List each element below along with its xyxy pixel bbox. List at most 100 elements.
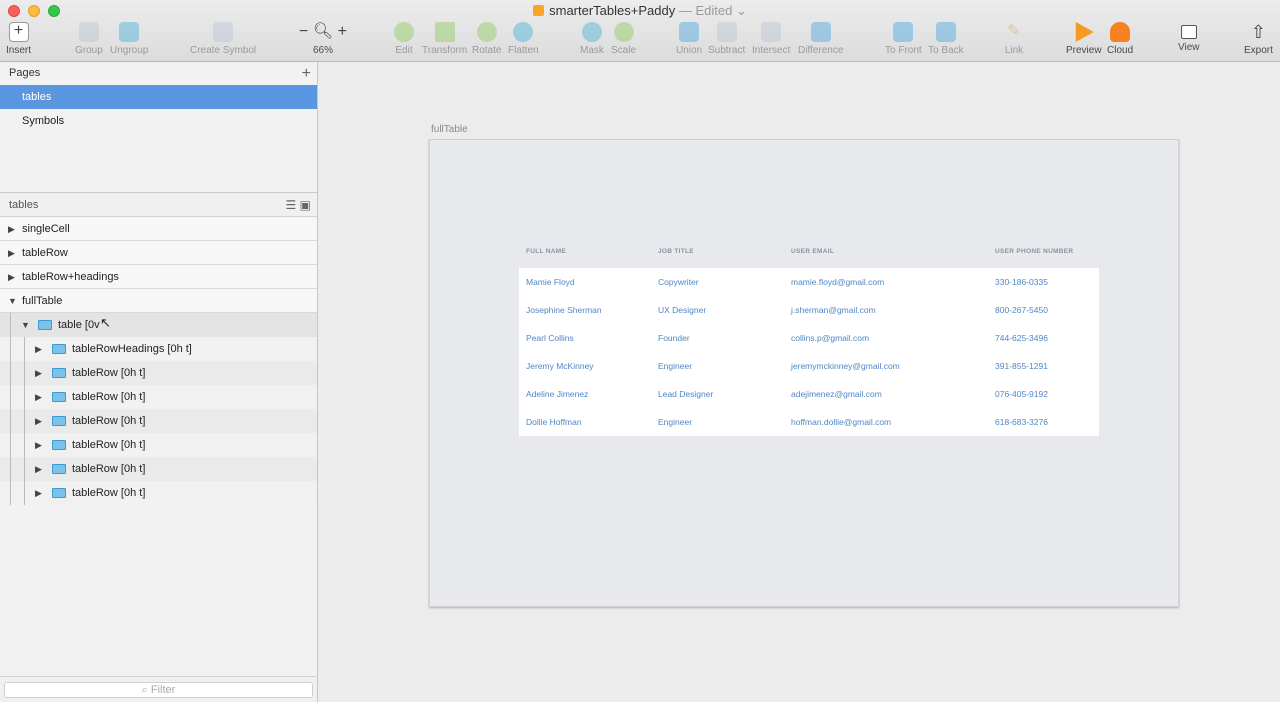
- table-cell: 076-405-9192: [995, 389, 1048, 399]
- edited-status: — Edited: [678, 3, 733, 18]
- table-cell: j.sherman@gmail.com: [791, 305, 876, 315]
- search-icon: ⌕: [141, 684, 148, 696]
- layer-child[interactable]: ▶ tableRow [0h t]: [0, 481, 317, 505]
- zoom-in-button[interactable]: +: [338, 23, 347, 40]
- view-button[interactable]: View: [1178, 22, 1200, 53]
- layer-tablerow[interactable]: ▶ tableRow: [0, 241, 317, 265]
- to-back-button[interactable]: To Back: [928, 22, 964, 56]
- preview-play-icon: [1075, 22, 1094, 42]
- table-cell: adejimenez@gmail.com: [791, 389, 882, 399]
- table-cell: Lead Designer: [658, 389, 714, 399]
- folder-icon: [52, 344, 66, 354]
- disclosure-right-icon[interactable]: ▶: [35, 361, 42, 385]
- subtract-button[interactable]: Subtract: [708, 22, 745, 56]
- layer-child[interactable]: ▶ tableRow [0h t]: [0, 409, 317, 433]
- disclosure-right-icon[interactable]: ▶: [35, 337, 42, 361]
- difference-button[interactable]: Difference: [798, 22, 843, 56]
- sidebar-footer: ⌕ Filter: [0, 676, 317, 702]
- layer-label: table [0v: [58, 319, 100, 331]
- table-row[interactable]: Adeline Jimenez Lead Designer adejimenez…: [519, 380, 1099, 408]
- insert-button[interactable]: + Insert: [6, 22, 31, 56]
- document-title[interactable]: smarterTables+Paddy — Edited ⌄: [0, 3, 1280, 19]
- disclosure-right-icon[interactable]: ▶: [8, 217, 15, 241]
- page-item-tables[interactable]: tables: [0, 85, 317, 109]
- folder-icon: [38, 320, 52, 330]
- group-button[interactable]: Group: [75, 22, 103, 56]
- disclosure-right-icon[interactable]: ▶: [35, 433, 42, 457]
- edit-icon: [394, 22, 414, 42]
- intersect-icon: [761, 22, 782, 42]
- table-cell: Copywriter: [658, 277, 699, 287]
- folder-icon: [52, 392, 66, 402]
- union-button[interactable]: Union: [676, 22, 702, 56]
- table-row[interactable]: Dollie Hoffman Engineer hoffman.dollie@g…: [519, 408, 1099, 436]
- disclosure-right-icon[interactable]: ▶: [8, 241, 15, 265]
- disclosure-right-icon[interactable]: ▶: [35, 457, 42, 481]
- table-row[interactable]: Pearl Collins Founder collins.p@gmail.co…: [519, 324, 1099, 352]
- layer-child[interactable]: ▶ tableRowHeadings [0h t]: [0, 337, 317, 361]
- table-cell: 800-267-5450: [995, 305, 1048, 315]
- folder-icon: [52, 464, 66, 474]
- layer-child[interactable]: ▶ tableRow [0h t]: [0, 361, 317, 385]
- to-front-icon: [893, 22, 914, 42]
- disclosure-right-icon[interactable]: ▶: [35, 409, 42, 433]
- disclosure-down-icon[interactable]: ▼: [21, 313, 30, 337]
- folder-icon: [52, 416, 66, 426]
- layer-child[interactable]: ▶ tableRow [0h t]: [0, 385, 317, 409]
- layer-child[interactable]: ▶ tableRow [0h t]: [0, 433, 317, 457]
- transform-icon: [434, 22, 455, 42]
- layer-singlecell[interactable]: ▶ singleCell: [0, 217, 317, 241]
- zoom-control: − 🔍︎ + 66%: [298, 22, 348, 56]
- ungroup-button[interactable]: Ungroup: [110, 22, 148, 56]
- column-header: USER EMAIL: [791, 248, 835, 255]
- artboard-title[interactable]: fullTable: [431, 124, 468, 135]
- flatten-button[interactable]: Flatten: [508, 22, 539, 56]
- page-item-symbols[interactable]: Symbols: [0, 109, 317, 133]
- scale-button[interactable]: Scale: [611, 22, 636, 56]
- export-button[interactable]: ⇧ Export: [1244, 22, 1273, 56]
- layer-label: tableRowHeadings [0h t]: [72, 343, 192, 355]
- preview-button[interactable]: Preview: [1066, 22, 1102, 56]
- filter-input[interactable]: ⌕ Filter: [4, 682, 313, 698]
- cloud-button[interactable]: Cloud: [1107, 22, 1133, 56]
- disclosure-right-icon[interactable]: ▶: [35, 385, 42, 409]
- difference-icon: [810, 22, 831, 42]
- intersect-button[interactable]: Intersect: [752, 22, 790, 56]
- table-row[interactable]: Jeremy McKinney Engineer jeremymckinney@…: [519, 352, 1099, 380]
- disclosure-right-icon[interactable]: ▶: [35, 481, 42, 505]
- sketch-document-icon: [533, 5, 545, 16]
- list-icon[interactable]: ☰: [286, 198, 297, 212]
- canvas[interactable]: fullTable FULL NAME JOB TITLE USER EMAIL…: [319, 62, 1280, 702]
- table-row[interactable]: Josephine Sherman UX Designer j.sherman@…: [519, 296, 1099, 324]
- zoom-out-button[interactable]: −: [299, 23, 308, 40]
- table-row[interactable]: Mamie Floyd Copywriter mamie.floyd@gmail…: [519, 268, 1099, 296]
- disclosure-down-icon[interactable]: ▼: [8, 289, 17, 313]
- flatten-icon: [513, 22, 534, 42]
- layer-fulltable[interactable]: ▼ fullTable: [0, 289, 317, 313]
- layer-label: tableRow [0h t]: [72, 391, 146, 403]
- artboard-fulltable[interactable]: FULL NAME JOB TITLE USER EMAIL USER PHON…: [429, 139, 1179, 607]
- layer-table-group[interactable]: ▼ table [0v ↖: [0, 313, 317, 337]
- table-cell: 618-683-3276: [995, 417, 1048, 427]
- sidebar: Pages + tables Symbols tables ☰ ▣ ▶ sing…: [0, 62, 318, 702]
- add-page-icon[interactable]: +: [302, 62, 311, 85]
- edit-button[interactable]: Edit: [394, 22, 414, 56]
- layer-tablerow-headings[interactable]: ▶ tableRow+headings: [0, 265, 317, 289]
- ungroup-icon: [119, 22, 140, 42]
- mask-button[interactable]: Mask: [580, 22, 604, 56]
- link-button[interactable]: ✎ Link: [1004, 22, 1024, 56]
- disclosure-right-icon[interactable]: ▶: [8, 265, 15, 289]
- rotate-button[interactable]: Rotate: [472, 22, 501, 56]
- scale-icon: [613, 22, 634, 42]
- export-icon: ⇧: [1250, 22, 1266, 42]
- to-front-button[interactable]: To Front: [885, 22, 922, 56]
- table-cell: UX Designer: [658, 305, 707, 315]
- layer-child[interactable]: ▶ tableRow [0h t]: [0, 457, 317, 481]
- create-symbol-button[interactable]: Create Symbol: [190, 22, 256, 56]
- collapse-icon[interactable]: ▣: [300, 198, 311, 212]
- window-toolbar: smarterTables+Paddy — Edited ⌄ + Insert …: [0, 0, 1280, 62]
- table-cell: Mamie Floyd: [526, 277, 575, 287]
- chevron-down-icon: ⌄: [735, 3, 747, 18]
- symbol-icon: [213, 22, 234, 42]
- transform-button[interactable]: Transform: [422, 22, 467, 56]
